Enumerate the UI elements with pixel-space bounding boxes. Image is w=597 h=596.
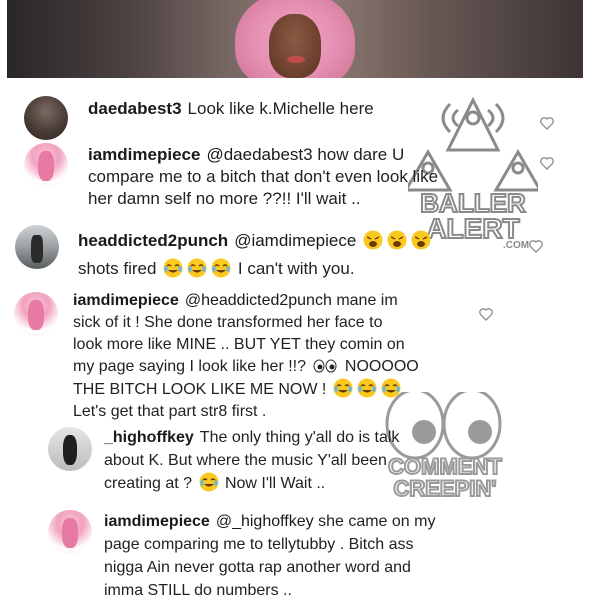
heart-outline-icon[interactable] [539,155,555,171]
comment-text-line: mane im [336,292,398,309]
comment-text-line: how dare U [317,145,405,164]
mention[interactable]: @daedabest3 [206,145,312,164]
mention[interactable]: @headdicted2punch [185,292,332,309]
comment-text-line: about K. But where the music Y'all been [104,452,387,469]
comment-text-line: my page saying I look like her !!? [73,358,307,375]
face [269,14,321,78]
username[interactable]: daedabest3 [88,99,182,118]
comment-4: iamdimepiece @headdicted2punch mane im si… [73,290,419,423]
comment-text-line: creating at ? [104,475,193,492]
face-with-tears-of-joy-emoji [333,378,353,398]
avatar-highoffkey[interactable] [48,427,92,471]
comment-text-line: The only thing y'all do is talk [199,429,400,446]
heart-outline-icon[interactable] [528,238,544,254]
comment-text-line: I can't with you. [237,259,355,278]
avatar-iamdimepiece[interactable] [14,292,58,336]
watermark-domain-text: .COM [503,240,529,250]
comment-text-line: THE BITCH LOOK LIKE ME NOW ! [73,381,327,398]
face-with-tears-of-joy-emoji [187,258,207,278]
comment-text-line: page comparing me to tellytubby . Bitch … [104,536,414,553]
comment-text-line: imma STILL do numbers .. [104,582,292,596]
heart-outline-icon[interactable] [539,115,555,131]
comment-text-line: she came on my [318,513,436,530]
weary-face-emoji [387,230,407,250]
username[interactable]: iamdimepiece [104,513,210,530]
comment-text-line: Now I'll Wait .. [224,475,326,492]
avatar-iamdimepiece[interactable] [24,143,68,187]
comment-text-line: NOOOOO [344,358,419,375]
comment-2: iamdimepiece @daedabest3 how dare U compa… [88,144,438,210]
avatar-iamdimepiece[interactable] [48,510,92,554]
face-with-tears-of-joy-emoji [163,258,183,278]
comment-1: daedabest3 Look like k.Michelle here [88,98,374,120]
weary-face-emoji [411,230,431,250]
mouth [287,56,305,63]
comment-text-line: sick of it ! She done transformed her fa… [73,314,383,331]
comment-text-line: look more like MINE .. BUT YET they comi… [73,336,405,353]
comment-text: Look like k.Michelle here [187,99,374,118]
heart-outline-icon[interactable] [478,306,494,322]
face-with-tears-of-joy-emoji [381,378,401,398]
username[interactable]: headdicted2punch [78,231,228,250]
eyes-emoji [313,359,337,373]
face-with-tears-of-joy-emoji [357,378,377,398]
face-with-tears-of-joy-emoji [199,472,219,492]
comment-text-line: Let's get that part str8 first . [73,403,267,420]
face-with-tears-of-joy-emoji [211,258,231,278]
comment-text-line: her damn self no more ??!! I'll wait .. [88,189,361,208]
weary-face-emoji [363,230,383,250]
comment-text-line: nigga Ain never gotta rap another word a… [104,559,411,576]
mention[interactable]: @_highoffkey [216,513,314,530]
username[interactable]: _highoffkey [104,429,194,446]
watermark-creepin-text: CREEPIN' [393,476,496,501]
mention[interactable]: @iamdimepiece [234,231,356,250]
video-thumbnail[interactable] [7,0,583,78]
comment-3: headdicted2punch @iamdimepiece shots fire… [78,230,433,280]
username[interactable]: iamdimepiece [73,292,179,309]
username[interactable]: iamdimepiece [88,145,200,164]
comment-text-line: compare me to a bitch that don't even lo… [88,167,439,186]
comment-6: iamdimepiece @_highoffkey she came on my … [104,510,435,596]
avatar-headdicted2punch[interactable] [15,225,59,269]
avatar-daedabest3[interactable] [24,96,68,140]
comment-text-line: shots fired [78,259,157,278]
comment-5: _highoffkey The only thing y'all do is ta… [104,426,399,495]
